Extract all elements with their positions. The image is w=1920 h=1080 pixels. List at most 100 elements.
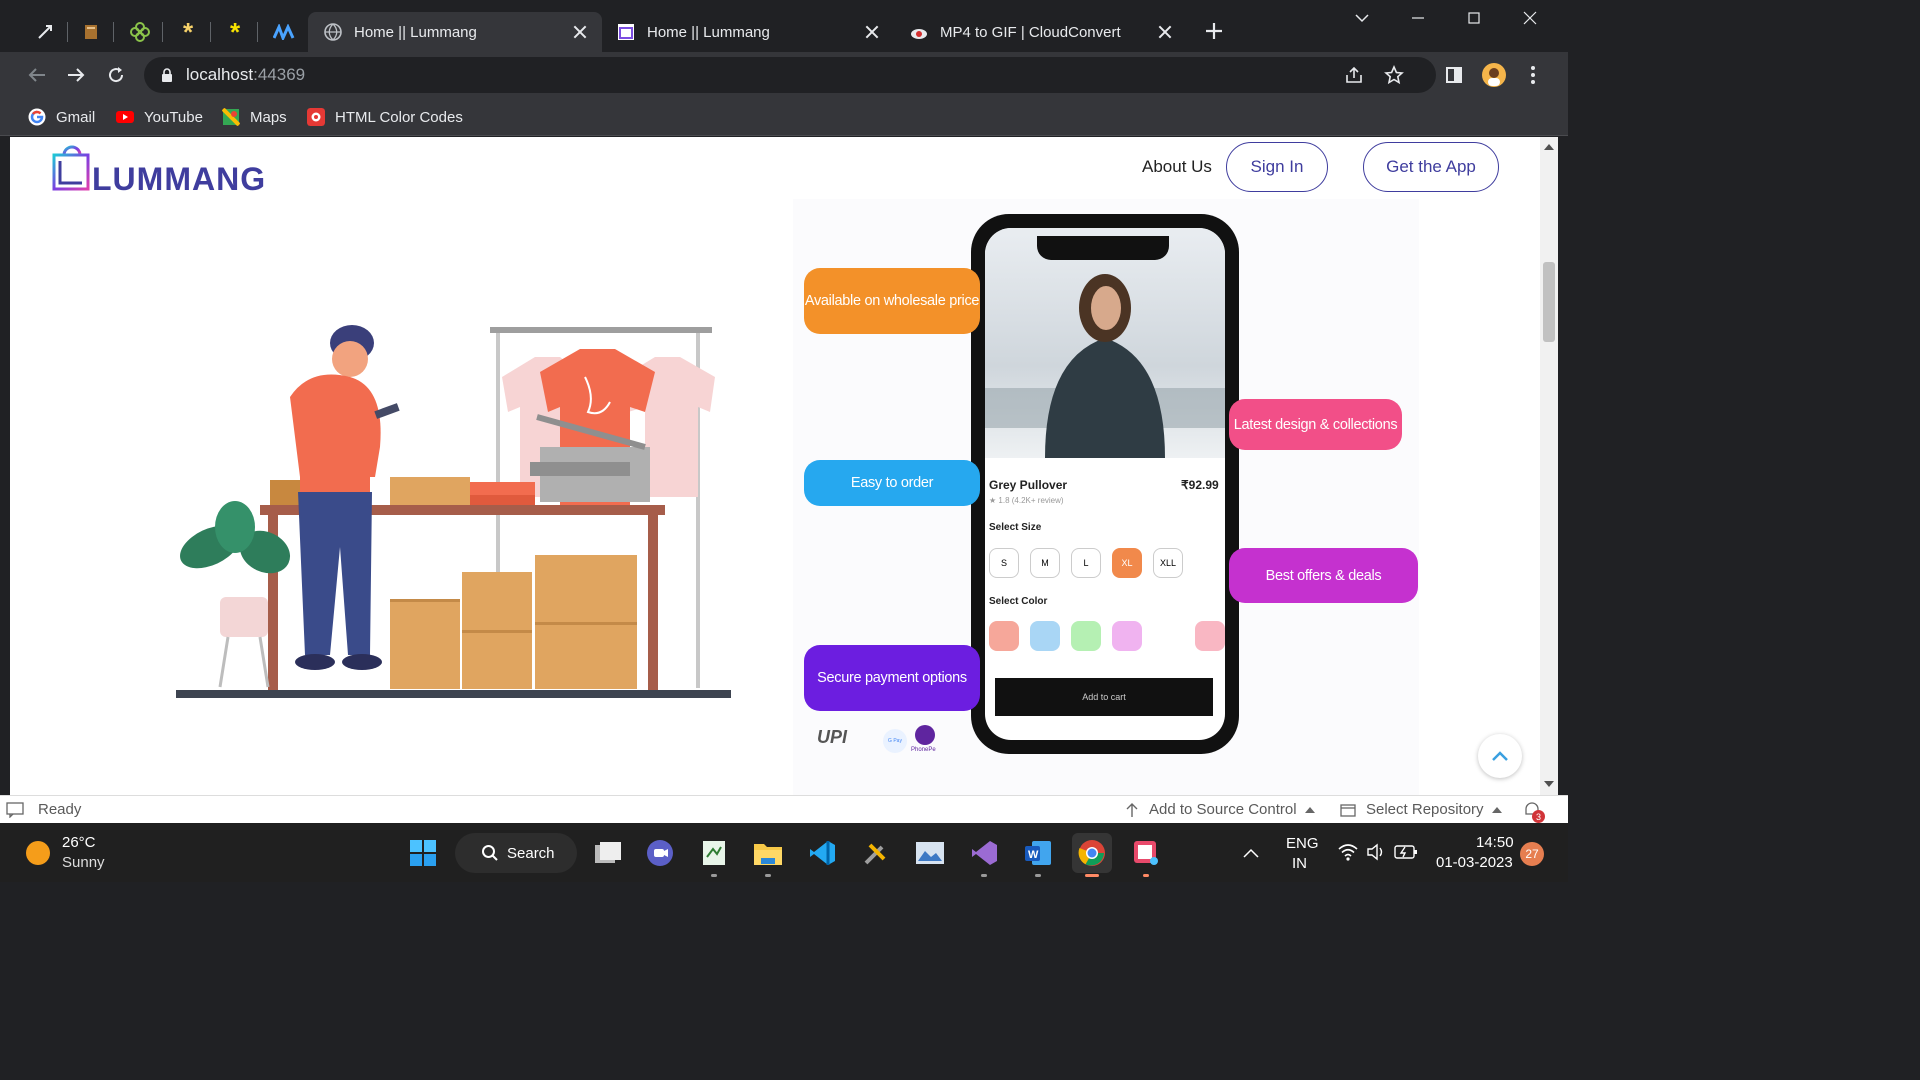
color-swatch-green[interactable]: [1071, 621, 1101, 651]
page-scrollbar[interactable]: [1540, 137, 1558, 795]
asterisk-icon: *: [229, 16, 241, 47]
battery-status[interactable]: [1394, 844, 1418, 865]
size-option-xl-selected[interactable]: XL: [1112, 548, 1142, 578]
minimize-icon: [1412, 17, 1424, 19]
gpay-logo: G Pay: [883, 729, 907, 753]
repository-text: Select Repository: [1366, 801, 1484, 818]
weather-widget[interactable]: [24, 839, 52, 872]
size-option-s[interactable]: S: [989, 548, 1019, 578]
maximize-icon: [1468, 12, 1480, 24]
select-repository[interactable]: Select Repository: [1340, 801, 1502, 818]
status-ready-text: Ready: [38, 801, 82, 818]
pinned-tab-3[interactable]: [117, 12, 163, 52]
pinned-tab-5[interactable]: *: [212, 12, 258, 52]
nav-about-us[interactable]: About Us: [1142, 157, 1212, 177]
bookmarks-bar: Gmail YouTube Maps HTML Color Codes: [0, 98, 1568, 136]
color-swatch-pink[interactable]: [1195, 621, 1225, 651]
address-bar[interactable]: localhost:44369: [144, 57, 1436, 93]
pinned-tab-4[interactable]: *: [165, 12, 211, 52]
scroll-down-arrow-icon[interactable]: [1544, 781, 1554, 789]
notifications-button[interactable]: 3: [1522, 801, 1545, 823]
pinned-tab-6[interactable]: [261, 12, 307, 52]
folder-icon: [754, 844, 782, 865]
bookmark-gmail[interactable]: Gmail: [28, 105, 95, 129]
url-port: :44369: [253, 65, 306, 84]
tab-home-lummang-active[interactable]: Home || Lummang: [308, 12, 602, 52]
taskbar-search[interactable]: Search: [455, 833, 577, 873]
close-window-button[interactable]: [1522, 10, 1538, 31]
tab-search-button[interactable]: [1354, 10, 1370, 31]
taskbar-notepad-app[interactable]: [694, 833, 734, 877]
pinned-tab-1[interactable]: [22, 12, 68, 52]
bookmark-html-color-codes[interactable]: HTML Color Codes: [307, 105, 463, 129]
tab-cloudconvert[interactable]: MP4 to GIF | CloudConvert: [894, 12, 1187, 52]
add-to-source-control[interactable]: Add to Source Control: [1125, 801, 1315, 818]
get-the-app-button[interactable]: Get the App: [1363, 142, 1499, 192]
profile-avatar[interactable]: [1479, 60, 1509, 90]
tab-home-lummang[interactable]: Home || Lummang: [601, 12, 894, 52]
size-option-l[interactable]: L: [1071, 548, 1101, 578]
show-hidden-icons-button[interactable]: [1243, 845, 1259, 863]
chrome-menu-button[interactable]: [1518, 60, 1548, 90]
bubble-latest-design: Latest design & collections: [1229, 399, 1402, 450]
sign-in-button[interactable]: Sign In: [1226, 142, 1328, 192]
chrome-icon: [1078, 840, 1105, 866]
close-tab-icon[interactable]: [572, 24, 588, 40]
product-price-value: 92.99: [1188, 478, 1219, 492]
color-swatch-blue[interactable]: [1030, 621, 1060, 651]
forward-button[interactable]: [61, 60, 91, 90]
scroll-up-arrow-icon[interactable]: [1544, 142, 1554, 150]
bookmark-label: HTML Color Codes: [335, 108, 463, 126]
lock-icon: [162, 68, 172, 82]
svg-text:W: W: [1028, 849, 1039, 861]
size-option-m[interactable]: M: [1030, 548, 1060, 578]
taskbar-image-app[interactable]: [910, 833, 950, 873]
close-tab-icon[interactable]: [1157, 24, 1173, 40]
taskbar-file-explorer[interactable]: [748, 833, 788, 877]
taskbar-vscode[interactable]: [802, 833, 842, 873]
color-swatch-salmon[interactable]: [989, 621, 1019, 651]
language-primary[interactable]: ENG: [1286, 835, 1319, 852]
taskbar-word[interactable]: W: [1018, 833, 1058, 877]
vscode-icon: [810, 841, 835, 865]
maps-icon: [222, 108, 240, 126]
taskbar-teams[interactable]: [640, 833, 680, 873]
book-icon: [85, 25, 97, 39]
bookmark-maps[interactable]: Maps: [222, 105, 287, 129]
language-region[interactable]: IN: [1292, 855, 1307, 872]
bookmark-star-button[interactable]: [1384, 64, 1404, 90]
close-tab-icon[interactable]: [864, 24, 880, 40]
add-to-cart-button[interactable]: Add to cart: [995, 678, 1213, 716]
task-view-button[interactable]: [588, 833, 628, 873]
minimize-button[interactable]: [1410, 10, 1426, 31]
lummang-favicon-icon: [618, 24, 634, 40]
shop-owner-illustration: [176, 325, 731, 698]
bubble-best-offers: Best offers & deals: [1229, 548, 1418, 603]
new-tab-button[interactable]: [1203, 20, 1225, 42]
taskbar-visual-studio[interactable]: [964, 833, 1004, 877]
taskbar-chrome-active[interactable]: [1072, 833, 1112, 877]
volume-status[interactable]: [1366, 843, 1386, 866]
maximize-button[interactable]: [1466, 10, 1482, 31]
taskbar-snipping-tool[interactable]: [1126, 833, 1166, 877]
site-logo[interactable]: LUMMANG: [50, 139, 290, 197]
side-panel-button[interactable]: [1439, 60, 1469, 90]
logo-text: LUMMANG: [92, 161, 267, 197]
size-option-xll[interactable]: XLL: [1153, 548, 1183, 578]
bookmark-youtube[interactable]: YouTube: [116, 105, 203, 129]
clock-time[interactable]: 14:50: [1476, 834, 1514, 851]
back-button[interactable]: [22, 60, 52, 90]
share-button[interactable]: [1344, 65, 1364, 90]
notification-center-badge[interactable]: 27: [1520, 842, 1544, 866]
scrollbar-thumb[interactable]: [1543, 262, 1555, 342]
color-swatch-lilac[interactable]: [1112, 621, 1142, 651]
scroll-to-top-button[interactable]: [1478, 734, 1522, 778]
start-button[interactable]: [403, 833, 443, 873]
pinned-tab-2[interactable]: [68, 12, 114, 52]
clock-date[interactable]: 01-03-2023: [1436, 854, 1513, 871]
quill-icon: [38, 25, 52, 39]
taskbar-tools-app[interactable]: [856, 833, 896, 873]
reload-button[interactable]: [101, 60, 131, 90]
wifi-status[interactable]: [1338, 843, 1358, 866]
phone-notch: [1037, 236, 1169, 260]
